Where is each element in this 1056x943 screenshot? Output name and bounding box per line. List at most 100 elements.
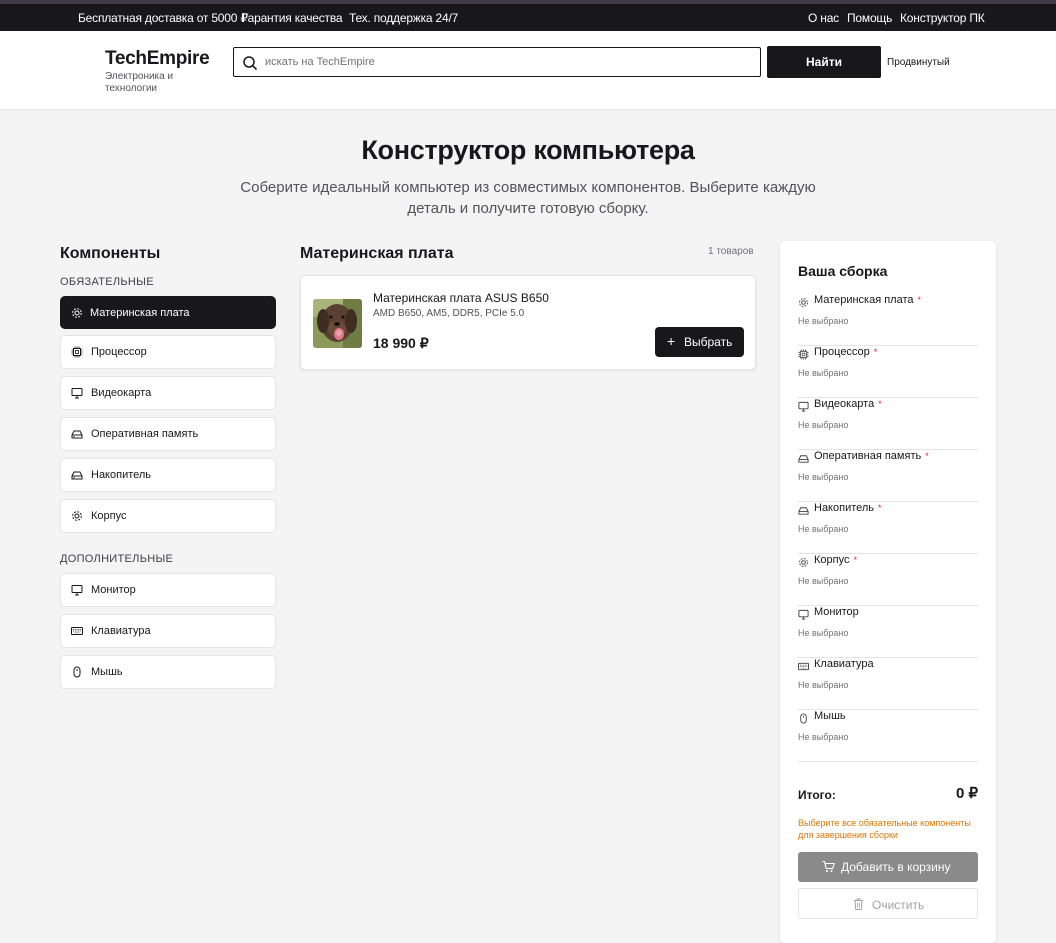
build-warning: Выберите все обязательные компоненты для… — [798, 818, 971, 840]
slot-label: Оперативная память — [814, 450, 922, 462]
slot-label: Накопитель — [814, 502, 875, 514]
plus-icon: + — [667, 333, 676, 349]
cart-button-label: Добавить в корзину — [841, 860, 951, 874]
logo-tagline: Электроника и технологии — [105, 71, 174, 94]
product-count: 1 товаров — [708, 246, 754, 257]
search-icon — [243, 56, 258, 71]
logo[interactable]: TechEmpire — [105, 48, 210, 70]
page-title: Конструктор компьютера — [361, 135, 695, 165]
monitor-icon — [71, 585, 83, 596]
category-motherboard[interactable]: Материнская плата — [60, 296, 276, 329]
required-mark: * — [878, 399, 882, 409]
total-value: 0 ₽ — [955, 785, 978, 802]
promo-delivery: Бесплатная доставка от 5000 ₽ — [78, 11, 248, 25]
build-slot-gpu: Видеокарта * Не выбрано — [798, 398, 978, 450]
build-slot-ram: Оперативная память * Не выбрано — [798, 450, 978, 502]
build-title: Ваша сборка — [798, 263, 888, 279]
gear-icon — [72, 511, 82, 521]
slot-status: Не выбрано — [798, 576, 849, 586]
gear-icon — [799, 298, 808, 307]
clear-button-label: Очистить — [872, 898, 925, 912]
category-keyboard[interactable]: Клавиатура — [60, 614, 276, 648]
build-slot-mouse: Мышь Не выбрано — [798, 710, 978, 762]
link-help[interactable]: Помощь — [847, 11, 892, 25]
monitor-icon — [71, 388, 83, 399]
build-slot-case: Корпус * Не выбрано — [798, 554, 978, 606]
category-ram[interactable]: Оперативная память — [60, 417, 276, 451]
required-mark: * — [873, 347, 878, 357]
category-label: Корпус — [91, 510, 127, 522]
clear-build-button[interactable]: Очистить — [798, 888, 978, 919]
search-input[interactable] — [265, 53, 745, 71]
select-product-button[interactable]: + Выбрать — [655, 327, 744, 357]
build-slot-storage: Накопитель * Не выбрано — [798, 502, 978, 554]
slot-status: Не выбрано — [798, 628, 849, 638]
slot-status: Не выбрано — [798, 316, 849, 326]
slot-status: Не выбрано — [798, 732, 849, 742]
monitor-icon — [798, 609, 809, 620]
category-label: Монитор — [91, 584, 136, 596]
trash-icon — [854, 898, 863, 910]
required-mark: * — [925, 451, 929, 461]
cart-icon — [822, 860, 835, 872]
slot-label: Процессор — [814, 346, 870, 358]
slot-label: Мышь — [814, 710, 846, 722]
product-specs: AMD B650, AM5, DDR5, PCIe 5.0 — [373, 308, 525, 319]
promo-support: Тех. поддержка 24/7 — [349, 11, 459, 25]
category-cpu[interactable]: Процессор — [60, 335, 276, 369]
search-button[interactable]: Найти — [767, 46, 881, 78]
drive-icon — [798, 507, 809, 515]
slot-label: Видеокарта — [814, 398, 875, 410]
product-image — [313, 299, 362, 348]
category-label: Видеокарта — [91, 387, 152, 399]
category-monitor[interactable]: Монитор — [60, 573, 276, 607]
product-card: Материнская плата ASUS B650 AMD B650, AM… — [300, 275, 756, 370]
category-mouse[interactable]: Мышь — [60, 655, 276, 689]
promo-quality: Гарантия качества — [242, 11, 343, 25]
build-slot-keyboard: Клавиатура Не выбрано — [798, 658, 978, 710]
drive-icon — [798, 455, 809, 463]
product-price: 18 990 ₽ — [373, 335, 429, 351]
components-title: Компоненты — [60, 245, 161, 262]
cpu-icon — [71, 346, 83, 358]
total-label: Итого: — [798, 788, 836, 802]
page-subtitle: Соберите идеальный компьютер из совмести… — [240, 179, 816, 217]
slot-label: Монитор — [814, 606, 859, 618]
select-button-label: Выбрать — [684, 335, 733, 349]
required-mark: * — [878, 503, 882, 513]
build-slot-motherboard: Материнская плата * Не выбрано — [798, 294, 978, 346]
drive-icon — [71, 471, 83, 480]
search-box — [233, 47, 761, 77]
product-list-title: Материнская плата — [300, 245, 454, 262]
slot-status: Не выбрано — [798, 368, 849, 378]
add-to-cart-button[interactable]: Добавить в корзину — [798, 852, 978, 882]
advanced-search-link[interactable]: Продвинутый — [887, 57, 950, 68]
link-about[interactable]: О нас — [808, 11, 839, 25]
mouse-icon — [800, 713, 807, 724]
slot-status: Не выбрано — [798, 524, 849, 534]
top-bar: Бесплатная доставка от 5000 ₽ Гарантия к… — [0, 0, 1056, 31]
site-header: TechEmpire Электроника и технологии Найт… — [0, 31, 1056, 110]
category-label: Клавиатура — [91, 625, 151, 637]
category-label: Процессор — [91, 346, 147, 358]
build-summary-panel: Ваша сборка Материнская плата * Не выбран… — [780, 241, 996, 943]
keyboard-icon — [798, 662, 809, 671]
category-case[interactable]: Корпус — [60, 499, 276, 533]
gear-icon — [72, 308, 82, 318]
slot-label: Корпус — [814, 554, 850, 566]
category-gpu[interactable]: Видеокарта — [60, 376, 276, 410]
slot-status: Не выбрано — [798, 420, 849, 430]
slot-status: Не выбрано — [798, 472, 849, 482]
cpu-icon — [798, 349, 809, 360]
keyboard-icon — [71, 627, 83, 635]
link-pc-builder[interactable]: Конструктор ПК — [900, 11, 985, 25]
build-slot-monitor: Монитор Не выбрано — [798, 606, 978, 658]
drive-icon — [71, 430, 83, 439]
category-label: Оперативная память — [91, 428, 199, 440]
slot-label: Материнская плата — [814, 294, 914, 306]
category-label: Мышь — [91, 666, 123, 678]
product-name[interactable]: Материнская плата ASUS B650 — [373, 291, 549, 305]
required-mark: * — [917, 295, 922, 305]
category-storage[interactable]: Накопитель — [60, 458, 276, 492]
gear-icon — [799, 558, 808, 567]
